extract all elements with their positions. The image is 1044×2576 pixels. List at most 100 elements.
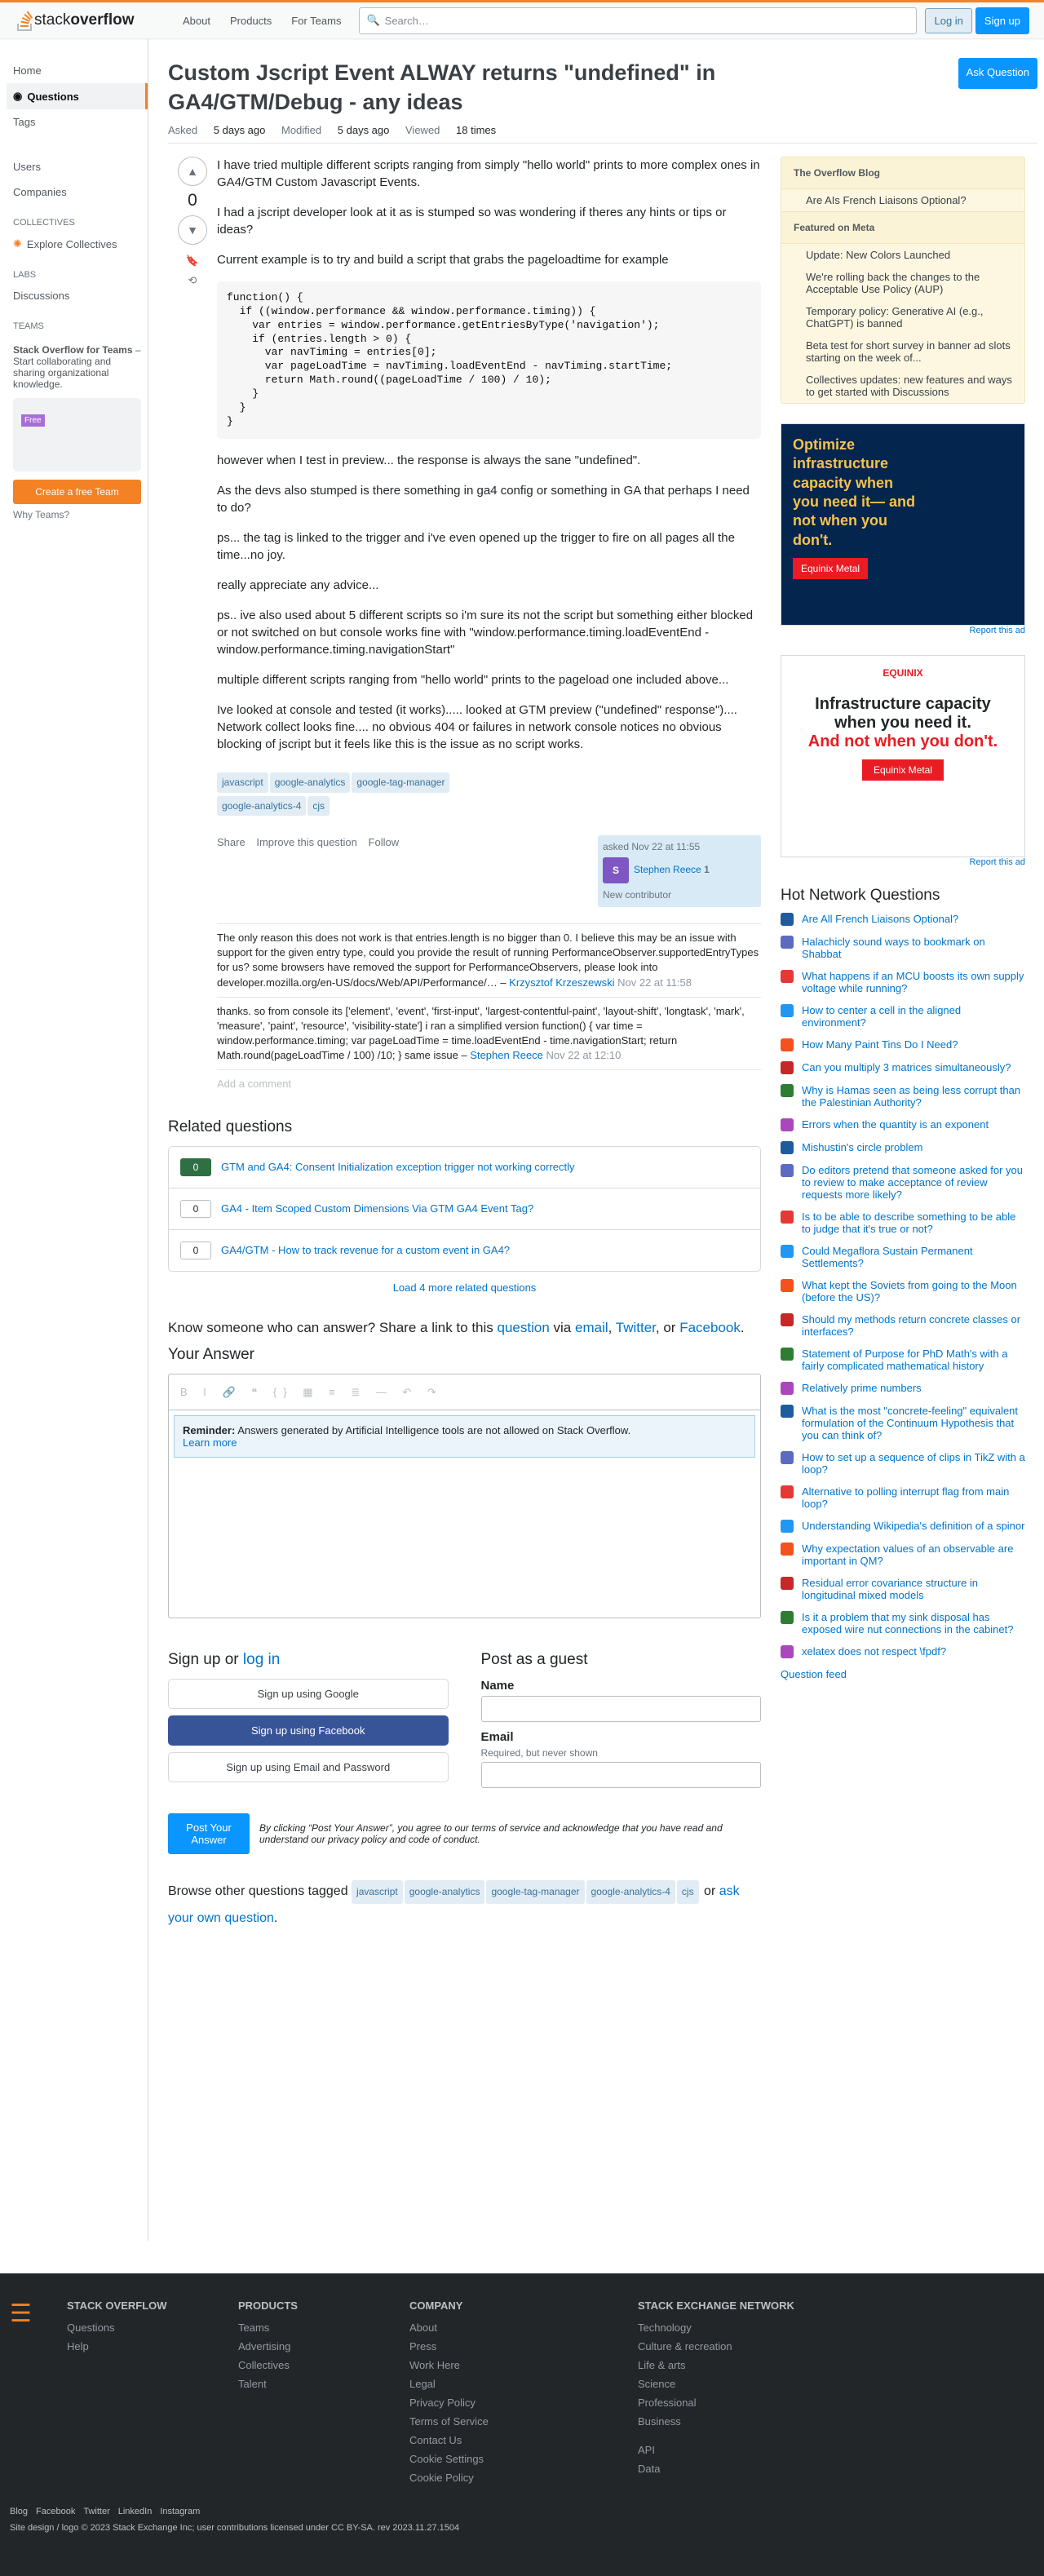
hot-question-item[interactable]: Errors when the quantity is an exponent	[781, 1118, 1025, 1131]
hot-question-item[interactable]: Why is Hamas seen as being less corrupt …	[781, 1083, 1025, 1109]
comment-user[interactable]: Stephen Reece	[470, 1049, 543, 1061]
footer-link[interactable]: Advertising	[238, 2340, 409, 2352]
footer-link[interactable]: Privacy Policy	[409, 2397, 638, 2409]
hot-question-link[interactable]: How Many Paint Tins Do I Need?	[802, 1038, 958, 1051]
hot-question-link[interactable]: Could Megaflora Sustain Permanent Settle…	[802, 1245, 1025, 1269]
meta-link[interactable]: Temporary policy: Generative AI (e.g., C…	[806, 305, 983, 330]
hot-question-item[interactable]: Understanding Wikipedia's definition of …	[781, 1519, 1025, 1533]
tag[interactable]: cjs	[676, 1879, 699, 1905]
hot-question-item[interactable]: Should my methods return concrete classe…	[781, 1312, 1025, 1338]
footer-link[interactable]: API	[638, 2444, 883, 2456]
hot-question-link[interactable]: Statement of Purpose for PhD Math's with…	[802, 1348, 1025, 1372]
hot-question-item[interactable]: Relatively prime numbers	[781, 1381, 1025, 1395]
nav-tags[interactable]: Tags	[7, 109, 148, 135]
hot-question-item[interactable]: What happens if an MCU boosts its own su…	[781, 969, 1025, 994]
footer-link[interactable]: Cookie Settings	[409, 2453, 638, 2465]
google-signup-button[interactable]: Sign up using Google	[168, 1678, 449, 1709]
editor-toolbar[interactable]: B I 🔗 ❝ {} ▦ ≡ ≣ ― ↶ ↷	[169, 1374, 760, 1410]
footer-link[interactable]: Technology	[638, 2321, 883, 2334]
meta-item[interactable]: Beta test for short survey in banner ad …	[781, 334, 1024, 369]
learn-more-link[interactable]: Learn more	[183, 1436, 237, 1449]
nav-questions[interactable]: ◉ Questions	[7, 83, 148, 109]
footer-link[interactable]: Contact Us	[409, 2434, 638, 2446]
hot-question-item[interactable]: How to set up a sequence of clips in Tik…	[781, 1450, 1025, 1476]
footer-link[interactable]: Science	[638, 2378, 883, 2390]
create-team-button[interactable]: Create a free Team	[13, 480, 141, 504]
tag[interactable]: google-analytics-4	[586, 1879, 675, 1905]
hot-question-link[interactable]: Errors when the quantity is an exponent	[802, 1118, 989, 1131]
footer-link[interactable]: Work Here	[409, 2359, 638, 2371]
name-field[interactable]	[480, 1695, 761, 1722]
history-icon[interactable]: ⟲	[168, 274, 217, 287]
meta-item[interactable]: Update: New Colors Launched	[781, 244, 1024, 266]
hot-question-link[interactable]: Residual error covariance structure in l…	[802, 1577, 1025, 1601]
ad-banner-1[interactable]: Optimize infrastructure capacity when yo…	[781, 423, 1025, 626]
footer-link[interactable]: Talent	[238, 2378, 409, 2390]
social-link[interactable]: Blog	[10, 2507, 28, 2516]
meta-link[interactable]: Collectives updates: new features and wa…	[806, 374, 1012, 398]
hot-question-item[interactable]: Is it a problem that my sink disposal ha…	[781, 1610, 1025, 1635]
related-link[interactable]: GA4 - Item Scoped Custom Dimensions Via …	[221, 1202, 533, 1215]
hot-question-item[interactable]: Is to be able to describe something to b…	[781, 1210, 1025, 1235]
products-link[interactable]: Products	[220, 10, 281, 32]
footer-link[interactable]: Questions	[67, 2321, 238, 2334]
footer-link[interactable]: Press	[409, 2340, 638, 2352]
hot-question-item[interactable]: Alternative to polling interrupt flag fr…	[781, 1485, 1025, 1510]
tag[interactable]: google-tag-manager	[352, 772, 450, 793]
add-comment-link[interactable]: Add a comment	[217, 1070, 761, 1098]
tag[interactable]: google-analytics	[269, 772, 351, 793]
related-link[interactable]: GA4/GTM - How to track revenue for a cus…	[221, 1244, 510, 1256]
social-link[interactable]: Twitter	[83, 2507, 109, 2516]
hot-question-link[interactable]: What kept the Soviets from going to the …	[802, 1279, 1025, 1303]
share-facebook-link[interactable]: Facebook	[679, 1320, 741, 1335]
footer-link[interactable]: Legal	[409, 2378, 638, 2390]
footer-link[interactable]: Business	[638, 2415, 883, 2428]
site-logo[interactable]: stack overflow	[15, 9, 163, 32]
hot-question-link[interactable]: Do editors pretend that someone asked fo…	[802, 1164, 1025, 1201]
hot-question-link[interactable]: Why is Hamas seen as being less corrupt …	[802, 1084, 1025, 1109]
related-link[interactable]: GTM and GA4: Consent Initialization exce…	[221, 1161, 575, 1173]
footer-link[interactable]: Collectives	[238, 2359, 409, 2371]
tag[interactable]: cjs	[307, 795, 330, 817]
meta-item[interactable]: Collectives updates: new features and wa…	[781, 369, 1024, 403]
meta-link[interactable]: Beta test for short survey in banner ad …	[806, 339, 1011, 364]
login-link[interactable]: log in	[243, 1651, 280, 1668]
hot-question-link[interactable]: Is to be able to describe something to b…	[802, 1211, 1025, 1235]
nav-discussions[interactable]: Discussions	[7, 283, 148, 308]
improve-link[interactable]: Improve this question	[256, 836, 357, 848]
tag[interactable]: javascript	[352, 1879, 403, 1905]
hot-question-link[interactable]: Halachicly sound ways to bookmark on Sha…	[802, 936, 1025, 960]
hot-question-link[interactable]: How to center a cell in the aligned envi…	[802, 1004, 1025, 1029]
hot-question-link[interactable]: Can you multiply 3 matrices simultaneous…	[802, 1061, 1011, 1074]
ad1-button[interactable]: Equinix Metal	[793, 558, 869, 580]
share-link[interactable]: Share	[217, 836, 246, 848]
email-field[interactable]	[480, 1761, 761, 1788]
footer-logo[interactable]: ☰	[10, 2299, 67, 2490]
ask-question-button[interactable]: Ask Question	[958, 58, 1037, 89]
tag[interactable]: javascript	[217, 772, 268, 793]
hot-question-link[interactable]: Alternative to polling interrupt flag fr…	[802, 1485, 1025, 1510]
signup-button[interactable]: Sign up	[975, 7, 1029, 34]
facebook-signup-button[interactable]: Sign up using Facebook	[168, 1715, 449, 1746]
meta-item[interactable]: Temporary policy: Generative AI (e.g., C…	[781, 300, 1024, 334]
hot-question-link[interactable]: Understanding Wikipedia's definition of …	[802, 1520, 1024, 1533]
downvote-button[interactable]: ▼	[178, 215, 207, 245]
email-signup-button[interactable]: Sign up using Email and Password	[168, 1751, 449, 1782]
hot-question-link[interactable]: xelatex does not respect \fpdf?	[802, 1645, 946, 1658]
hot-question-link[interactable]: Mishustin's circle problem	[802, 1141, 922, 1154]
meta-item[interactable]: We're rolling back the changes to the Ac…	[781, 266, 1024, 300]
footer-link[interactable]: Culture & recreation	[638, 2340, 883, 2352]
meta-link[interactable]: We're rolling back the changes to the Ac…	[806, 271, 980, 295]
upvote-button[interactable]: ▲	[178, 156, 207, 186]
ad2-button[interactable]: Equinix Metal	[861, 759, 944, 781]
hot-question-item[interactable]: Can you multiply 3 matrices simultaneous…	[781, 1060, 1025, 1074]
nav-home[interactable]: Home	[7, 58, 148, 83]
footer-link[interactable]: Cookie Policy	[409, 2472, 638, 2484]
footer-link[interactable]: Teams	[238, 2321, 409, 2334]
search-input[interactable]: 🔍 Search…	[359, 7, 918, 34]
nav-users[interactable]: Users	[7, 154, 148, 179]
blog-item[interactable]: Are AIs French Liaisons Optional?	[781, 189, 1024, 211]
hot-question-item[interactable]: Could Megaflora Sustain Permanent Settle…	[781, 1244, 1025, 1269]
question-feed-link[interactable]: Question feed	[781, 1668, 847, 1680]
social-link[interactable]: Facebook	[36, 2507, 75, 2516]
